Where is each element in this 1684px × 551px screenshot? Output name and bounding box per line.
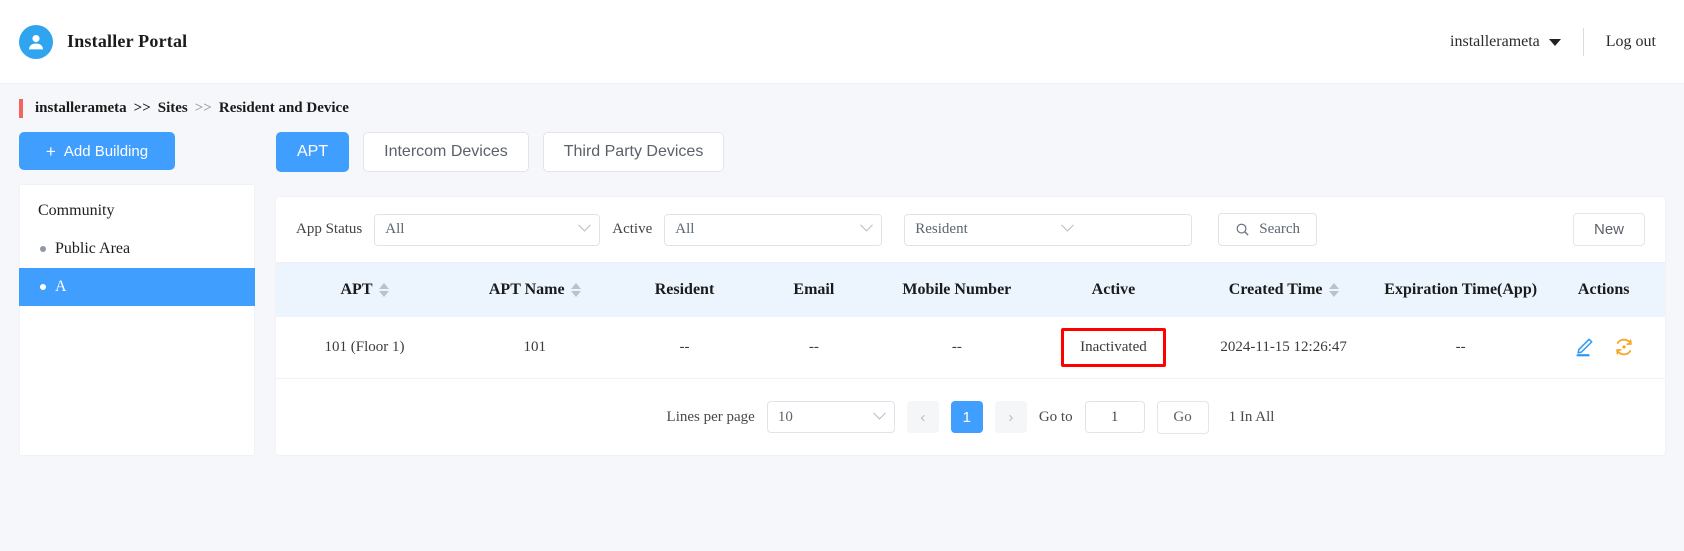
sidebar-item-label: A — [55, 278, 67, 295]
content-card: App Status All Active All Resident Searc… — [276, 197, 1665, 455]
cell-apt: 101 (Floor 1) — [276, 316, 454, 379]
filter-bar: App Status All Active All Resident Searc… — [276, 197, 1665, 262]
column-header-active: Active — [1038, 262, 1189, 317]
tab-third-party-devices[interactable]: Third Party Devices — [542, 132, 725, 172]
app-status-label: App Status — [296, 221, 363, 237]
breadcrumb-accent-bar — [19, 98, 23, 118]
reset-refresh-icon[interactable] — [1613, 336, 1635, 358]
main-panel: APT Intercom Devices Third Party Devices… — [276, 132, 1684, 455]
cell-email: -- — [752, 316, 876, 379]
sidebar-item-a[interactable]: A — [19, 268, 255, 306]
add-building-label: Add Building — [63, 142, 149, 160]
annotation-highlight-box: Inactivated — [1061, 328, 1166, 367]
column-header-apt-name[interactable]: APT Name — [453, 262, 617, 317]
top-header: Installer Portal installerameta Log out — [0, 0, 1684, 84]
tab-apt[interactable]: APT — [276, 132, 350, 172]
sort-icon[interactable] — [1328, 282, 1339, 297]
chevron-left-icon[interactable]: ‹ — [906, 401, 939, 433]
chevron-down-icon — [872, 406, 886, 420]
go-button[interactable]: Go — [1156, 400, 1209, 434]
sort-icon[interactable] — [378, 282, 389, 297]
bullet-icon — [40, 284, 46, 290]
breadcrumb-item-sites[interactable]: Sites — [158, 100, 188, 117]
lines-per-page-value: 10 — [777, 408, 793, 425]
column-header-actions: Actions — [1542, 262, 1665, 317]
column-label: APT Name — [488, 280, 565, 298]
column-header-mobile-number: Mobile Number — [875, 262, 1039, 317]
sidebar: + Add Building Community Public Area A — [19, 132, 255, 456]
app-status-select[interactable]: All — [374, 213, 601, 246]
column-label: Created Time — [1228, 280, 1323, 298]
pencil-edit-icon[interactable] — [1573, 336, 1595, 358]
column-label: APT — [340, 280, 373, 298]
tab-intercom-devices[interactable]: Intercom Devices — [363, 132, 529, 172]
status-badge: Inactivated — [1061, 328, 1166, 367]
lines-per-page-label: Lines per page — [666, 408, 755, 425]
active-label: Active — [612, 221, 653, 237]
goto-label: Go to — [1038, 408, 1073, 425]
cell-mobile-number: -- — [875, 316, 1039, 379]
building-tree: Community Public Area A — [19, 184, 255, 456]
sidebar-item-public-area[interactable]: Public Area — [19, 230, 255, 268]
tree-root-community[interactable]: Community — [19, 192, 255, 230]
breadcrumb: installerameta >> Sites >> Resident and … — [0, 84, 1684, 132]
cell-resident: -- — [616, 316, 753, 379]
brand: Installer Portal — [19, 24, 188, 59]
divider — [1582, 27, 1584, 56]
breadcrumb-item-installerameta[interactable]: installerameta — [35, 100, 127, 117]
body-layout: + Add Building Community Public Area A A… — [0, 132, 1684, 456]
breadcrumb-item-current: Resident and Device — [218, 99, 349, 116]
search-field-select[interactable]: Resident — [904, 213, 1083, 246]
tab-bar: APT Intercom Devices Third Party Devices — [276, 132, 1665, 172]
cell-apt-name: 101 — [453, 316, 617, 379]
column-header-created-time[interactable]: Created Time — [1188, 262, 1379, 317]
search-button-label: Search — [1259, 221, 1301, 237]
chevron-down-icon — [860, 218, 874, 232]
column-header-expiration-time: Expiration Time(App) — [1378, 262, 1543, 317]
chevron-right-icon[interactable]: › — [994, 401, 1027, 433]
new-button[interactable]: New — [1572, 213, 1645, 246]
pagination: Lines per page 10 ‹ 1 › Go to Go 1 In Al… — [276, 379, 1665, 455]
goto-page-input[interactable] — [1084, 401, 1145, 433]
app-status-value: All — [385, 221, 405, 237]
search-button[interactable]: Search — [1218, 213, 1318, 246]
page-title: Installer Portal — [67, 31, 188, 51]
user-menu[interactable]: installerameta — [1450, 33, 1561, 51]
add-building-button[interactable]: + Add Building — [19, 132, 175, 170]
top-right-area: installerameta Log out — [1450, 27, 1656, 56]
active-value: All — [675, 221, 695, 237]
search-icon — [1236, 223, 1249, 236]
cell-active: Inactivated — [1038, 316, 1189, 379]
cell-actions — [1542, 316, 1665, 379]
column-header-resident: Resident — [616, 262, 753, 317]
chevron-down-icon — [1061, 218, 1075, 232]
cell-created-time: 2024-11-15 12:26:47 — [1188, 316, 1379, 379]
apt-table: APT APT Name Resident Email Mobile Numbe… — [276, 262, 1665, 379]
chevron-down-icon — [1548, 39, 1561, 46]
lines-per-page-select[interactable]: 10 — [766, 401, 895, 433]
cell-expiration-time: -- — [1378, 316, 1543, 379]
column-header-email: Email — [752, 262, 876, 317]
page-number-1[interactable]: 1 — [950, 401, 983, 433]
search-input[interactable] — [1082, 213, 1193, 246]
user-avatar-icon — [19, 24, 53, 59]
chevron-down-icon — [578, 218, 592, 232]
sidebar-item-label: Public Area — [55, 240, 131, 257]
bullet-icon — [40, 246, 46, 252]
table-row: 101 (Floor 1) 101 -- -- -- Inactivated 2… — [276, 316, 1665, 379]
sort-icon[interactable] — [570, 282, 581, 297]
active-select[interactable]: All — [664, 213, 883, 246]
column-header-apt[interactable]: APT — [276, 262, 454, 317]
username-label: installerameta — [1450, 32, 1540, 50]
plus-icon: + — [45, 141, 56, 161]
breadcrumb-separator: >> — [194, 99, 212, 116]
total-count-label: 1 In All — [1228, 408, 1275, 425]
breadcrumb-separator: >> — [133, 99, 151, 116]
search-field-value: Resident — [915, 221, 968, 237]
logout-button[interactable]: Log out — [1606, 33, 1656, 51]
table-header-row: APT APT Name Resident Email Mobile Numbe… — [276, 262, 1665, 317]
